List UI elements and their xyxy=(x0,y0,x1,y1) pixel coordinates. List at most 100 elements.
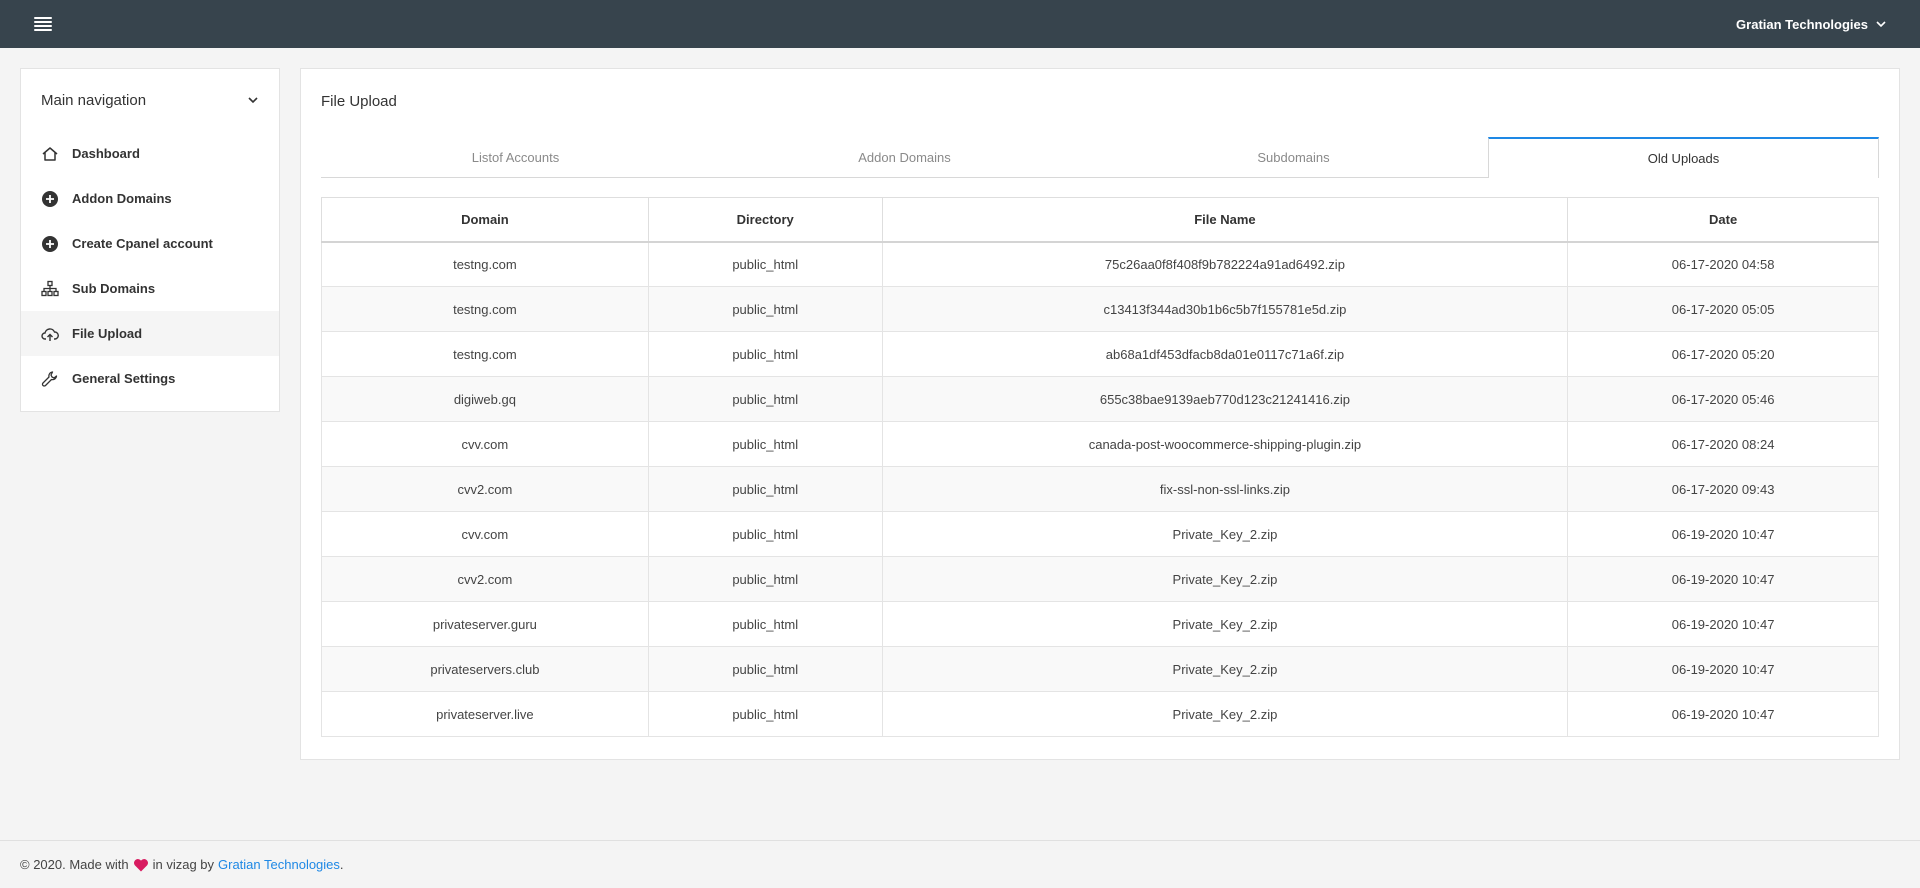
cell-directory: public_html xyxy=(647,376,883,422)
cell-domain: cvv2.com xyxy=(321,556,649,602)
cell-file-name: fix-ssl-non-ssl-links.zip xyxy=(881,466,1569,512)
wrench-icon xyxy=(41,370,59,388)
cell-date: 06-19-2020 10:47 xyxy=(1567,511,1879,557)
sidebar-item-file-upload[interactable]: File Upload xyxy=(21,311,279,356)
page-title: File Upload xyxy=(321,93,397,110)
sidebar-item-label: General Settings xyxy=(72,371,176,386)
cell-file-name: Private_Key_2.zip xyxy=(881,691,1569,737)
cell-file-name: Private_Key_2.zip xyxy=(881,556,1569,602)
column-header-file-name[interactable]: File Name xyxy=(881,197,1569,243)
plus-circle-icon xyxy=(41,190,59,208)
cell-date: 06-19-2020 10:47 xyxy=(1567,691,1879,737)
table-row: testng.com public_html 75c26aa0f8f408f9b78… xyxy=(321,241,1879,287)
sidebar-item-addon-domains[interactable]: Addon Domains xyxy=(21,176,279,221)
cell-domain: testng.com xyxy=(321,241,649,287)
hamburger-menu-icon[interactable] xyxy=(34,17,52,31)
tab-list-of-accounts[interactable]: Listof Accounts xyxy=(321,137,710,178)
company-name: Gratian Technologies xyxy=(1736,16,1868,32)
cell-date: 06-19-2020 10:47 xyxy=(1567,601,1879,647)
table-row: testng.com public_html ab68a1df453dfacb8da… xyxy=(321,331,1879,377)
footer-suffix: . xyxy=(339,857,344,872)
cell-domain: privateserver.guru xyxy=(321,601,649,647)
column-header-date[interactable]: Date xyxy=(1567,197,1879,243)
cell-domain: cvv.com xyxy=(321,511,649,557)
cell-directory: public_html xyxy=(647,601,883,647)
table-row: testng.com public_html c13413f344ad30b1b6c… xyxy=(321,286,1879,332)
company-menu[interactable]: Gratian Technologies xyxy=(1736,17,1886,32)
cell-file-name: 75c26aa0f8f408f9b782224a91ad6492.zip xyxy=(881,241,1569,287)
cell-file-name: Private_Key_2.zip xyxy=(881,601,1569,647)
sidebar-item-sub-domains[interactable]: Sub Domains xyxy=(21,266,279,311)
heart-icon xyxy=(133,858,149,872)
cell-domain: cvv2.com xyxy=(321,466,649,512)
footer-copyright: © 2020. Made with xyxy=(20,857,129,872)
sidebar-item-create-cpanel-account[interactable]: Create Cpanel account xyxy=(21,221,279,266)
plus-circle-icon xyxy=(41,235,59,253)
top-bar: Gratian Technologies xyxy=(0,0,1920,48)
table-body: testng.com public_html 75c26aa0f8f408f9b78… xyxy=(321,241,1879,737)
column-header-domain[interactable]: Domain xyxy=(321,197,649,243)
cell-date: 06-17-2020 05:46 xyxy=(1567,376,1879,422)
sidebar-header[interactable]: Main navigation xyxy=(21,69,279,131)
table-row: privateserver.guru public_html Private_Key… xyxy=(321,601,1879,647)
footer-made-in: in vizag by xyxy=(152,857,215,872)
table-row: cvv.com public_html canada-post-woocommerc… xyxy=(321,421,1879,467)
table-row: cvv2.com public_html fix-ssl-non-ssl-links… xyxy=(321,466,1879,512)
cell-file-name: canada-post-woocommerce-shipping-plugin.… xyxy=(881,421,1569,467)
cell-directory: public_html xyxy=(647,646,883,692)
cell-date: 06-19-2020 10:47 xyxy=(1567,646,1879,692)
cell-directory: public_html xyxy=(647,241,883,287)
cell-date: 06-17-2020 08:24 xyxy=(1567,421,1879,467)
uploads-table: Domain Directory File Name Date testng.c… xyxy=(321,197,1879,737)
cell-directory: public_html xyxy=(647,466,883,512)
cell-domain: privateserver.live xyxy=(321,691,649,737)
cell-file-name: Private_Key_2.zip xyxy=(881,511,1569,557)
sidebar-item-label: Addon Domains xyxy=(72,191,172,206)
sidebar-item-general-settings[interactable]: General Settings xyxy=(21,356,279,401)
cell-file-name: Private_Key_2.zip xyxy=(881,646,1569,692)
tab-subdomains[interactable]: Subdomains xyxy=(1099,137,1488,178)
column-header-directory[interactable]: Directory xyxy=(647,197,883,243)
cell-directory: public_html xyxy=(647,556,883,602)
cell-file-name: c13413f344ad30b1b6c5b7f155781e5d.zip xyxy=(881,286,1569,332)
footer-company-link[interactable]: Gratian Technologies xyxy=(218,857,340,872)
table-header-row: Domain Directory File Name Date xyxy=(321,197,1879,243)
tab-addon-domains[interactable]: Addon Domains xyxy=(710,137,1099,178)
home-icon xyxy=(41,145,59,163)
cell-domain: cvv.com xyxy=(321,421,649,467)
cell-directory: public_html xyxy=(647,421,883,467)
cell-directory: public_html xyxy=(647,331,883,377)
cell-domain: testng.com xyxy=(321,331,649,377)
cell-file-name: 655c38bae9139aeb770d123c21241416.zip xyxy=(881,376,1569,422)
sidebar-item-label: Sub Domains xyxy=(72,281,156,296)
table-row: privateserver.live public_html Private_Key… xyxy=(321,691,1879,737)
table-row: digiweb.gq public_html 655c38bae9139aeb770… xyxy=(321,376,1879,422)
sidebar-title: Main navigation xyxy=(41,91,147,109)
cell-date: 06-19-2020 10:47 xyxy=(1567,556,1879,602)
cell-date: 06-17-2020 04:58 xyxy=(1567,241,1879,287)
sidebar-item-dashboard[interactable]: Dashboard xyxy=(21,131,279,176)
table-row: cvv.com public_html Private_Key_2.zip 06-19… xyxy=(321,511,1879,557)
sidebar-item-label: File Upload xyxy=(72,326,143,341)
cell-file-name: ab68a1df453dfacb8da01e0117c71a6f.zip xyxy=(881,331,1569,377)
cell-date: 06-17-2020 05:20 xyxy=(1567,331,1879,377)
sitemap-icon xyxy=(41,280,59,298)
cloud-upload-icon xyxy=(41,325,59,343)
main-card: File Upload Listof Accounts Addon Domain… xyxy=(300,68,1900,760)
table-row: cvv2.com public_html Private_Key_2.zip 06-1… xyxy=(321,556,1879,602)
cell-directory: public_html xyxy=(647,286,883,332)
uploads-table-container: Domain Directory File Name Date testng.c… xyxy=(321,197,1879,737)
chevron-down-icon xyxy=(248,97,258,104)
cell-domain: testng.com xyxy=(321,286,649,332)
sidebar-item-label: Dashboard xyxy=(72,146,140,161)
sidebar: Main navigation Dashboard Addon Domains … xyxy=(20,68,280,412)
cell-directory: public_html xyxy=(647,511,883,557)
sidebar-item-label: Create Cpanel account xyxy=(72,236,213,251)
footer: © 2020. Made with in vizag by Gratian Te… xyxy=(0,840,1920,888)
cell-date: 06-17-2020 09:43 xyxy=(1567,466,1879,512)
table-row: privateservers.club public_html Private_Ke… xyxy=(321,646,1879,692)
tab-old-uploads[interactable]: Old Uploads xyxy=(1488,137,1879,178)
cell-directory: public_html xyxy=(647,691,883,737)
cell-date: 06-17-2020 05:05 xyxy=(1567,286,1879,332)
chevron-down-icon xyxy=(1876,21,1886,28)
